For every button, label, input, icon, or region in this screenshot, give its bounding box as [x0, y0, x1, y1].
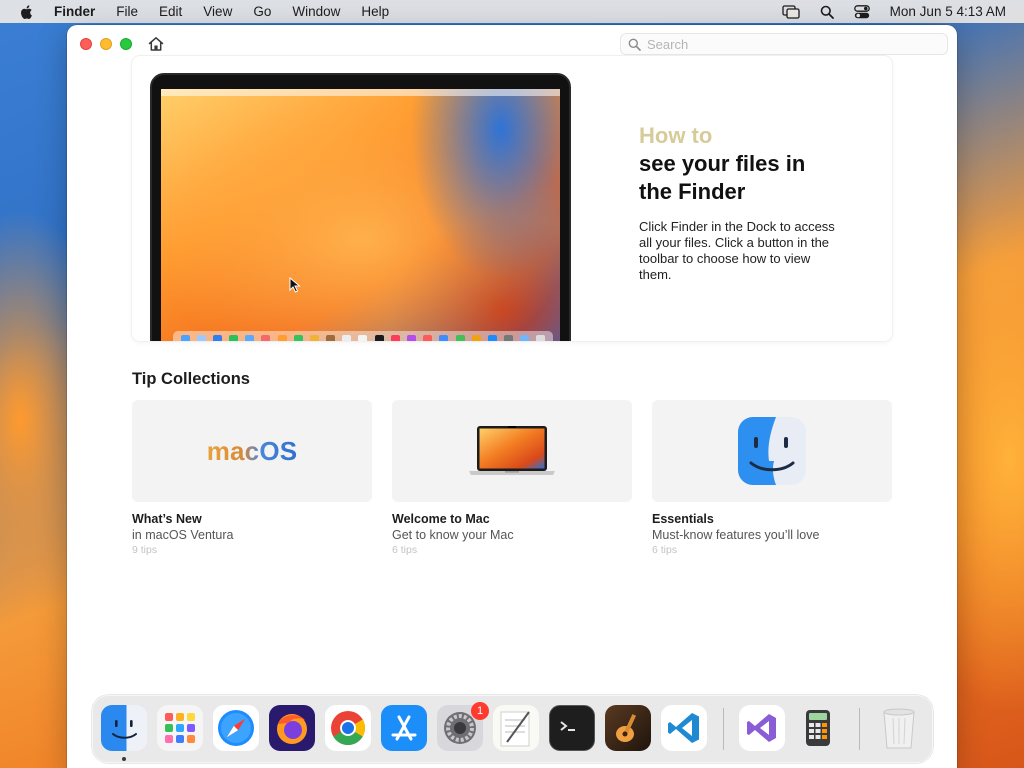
trash-icon[interactable]	[876, 705, 922, 751]
collection-thumbnail[interactable]	[392, 400, 632, 502]
macbook-icon	[469, 426, 555, 475]
collection-title: Essentials	[652, 512, 714, 526]
collection-welcome-to-mac[interactable]: Welcome to Mac Get to know your Mac 6 ti…	[392, 400, 632, 556]
collection-thumbnail[interactable]	[652, 400, 892, 502]
spotlight-search-icon[interactable]	[820, 5, 834, 19]
garageband-icon[interactable]	[605, 705, 651, 751]
collection-essentials[interactable]: Essentials Must-know features you’ll lov…	[652, 400, 892, 556]
pointer-cursor-icon	[289, 277, 301, 293]
collection-whats-new[interactable]: macOS What’s New in macOS Ventura 9 tips	[132, 400, 372, 556]
menu-file[interactable]: File	[116, 4, 138, 19]
search-field[interactable]	[620, 33, 948, 55]
collection-subtitle: Must-know features you’ll love	[652, 528, 820, 542]
hero-headline: see your files in the Finder	[639, 151, 806, 204]
dock-separator	[859, 708, 860, 750]
menu-clock[interactable]: Mon Jun 5 4:13 AM	[890, 4, 1006, 19]
dock	[92, 695, 933, 763]
finder-face-icon	[738, 417, 806, 485]
menu-help[interactable]: Help	[361, 4, 389, 19]
zoom-button[interactable]	[120, 38, 132, 50]
hero-body: Click Finder in the Dock to access all y…	[639, 219, 835, 282]
notification-badge: 1	[471, 702, 489, 720]
mini-menu-bar	[161, 89, 560, 96]
search-input[interactable]	[647, 36, 927, 52]
menu-edit[interactable]: Edit	[159, 4, 182, 19]
collection-subtitle: Get to know your Mac	[392, 528, 514, 542]
collection-tip-count: 6 tips	[652, 544, 678, 556]
collection-title: What’s New	[132, 512, 202, 526]
hero-tip-card: How to see your files in the Finder Clic…	[132, 56, 892, 341]
textedit-icon[interactable]	[493, 705, 539, 751]
hero-text: How to see your files in the Finder Clic…	[639, 122, 869, 283]
macbook-illustration	[150, 73, 571, 341]
collection-tip-count: 6 tips	[392, 544, 418, 556]
calculator-icon[interactable]	[795, 705, 841, 751]
menu-go[interactable]: Go	[253, 4, 271, 19]
safari-icon[interactable]	[213, 705, 259, 751]
mini-dock	[173, 331, 553, 341]
collection-thumbnail[interactable]: macOS	[132, 400, 372, 502]
terminal-icon[interactable]	[549, 705, 595, 751]
control-center-icon[interactable]	[853, 4, 870, 19]
collection-title: Welcome to Mac	[392, 512, 490, 526]
collection-tip-count: 9 tips	[132, 544, 158, 556]
launchpad-icon[interactable]	[157, 705, 203, 751]
desktop-wallpaper-image	[161, 89, 560, 341]
search-icon	[628, 38, 641, 51]
screen-mirroring-icon[interactable]	[782, 4, 800, 19]
chrome-icon[interactable]	[325, 705, 371, 751]
close-button[interactable]	[80, 38, 92, 50]
hero-eyebrow: How to	[639, 123, 713, 148]
apple-menu-icon[interactable]	[18, 3, 36, 21]
finder-icon[interactable]	[101, 705, 147, 751]
dock-separator	[723, 708, 724, 750]
macos-wordmark: macOS	[206, 435, 298, 466]
collection-subtitle: in macOS Ventura	[132, 528, 234, 542]
section-title-tip-collections: Tip Collections	[132, 370, 250, 388]
app-store-icon[interactable]	[381, 705, 427, 751]
minimize-button[interactable]	[100, 38, 112, 50]
menu-window[interactable]: Window	[292, 4, 340, 19]
firefox-icon[interactable]	[269, 705, 315, 751]
finder-running-indicator	[122, 757, 126, 761]
visual-studio-icon[interactable]	[739, 705, 785, 751]
tips-window: How to see your files in the Finder Clic…	[67, 25, 957, 768]
home-icon[interactable]	[147, 35, 165, 53]
vscode-icon[interactable]	[661, 705, 707, 751]
menu-app-name[interactable]: Finder	[54, 4, 95, 19]
menu-view[interactable]: View	[203, 4, 232, 19]
menu-bar: Finder File Edit View Go Window Help Mon…	[0, 0, 1024, 23]
